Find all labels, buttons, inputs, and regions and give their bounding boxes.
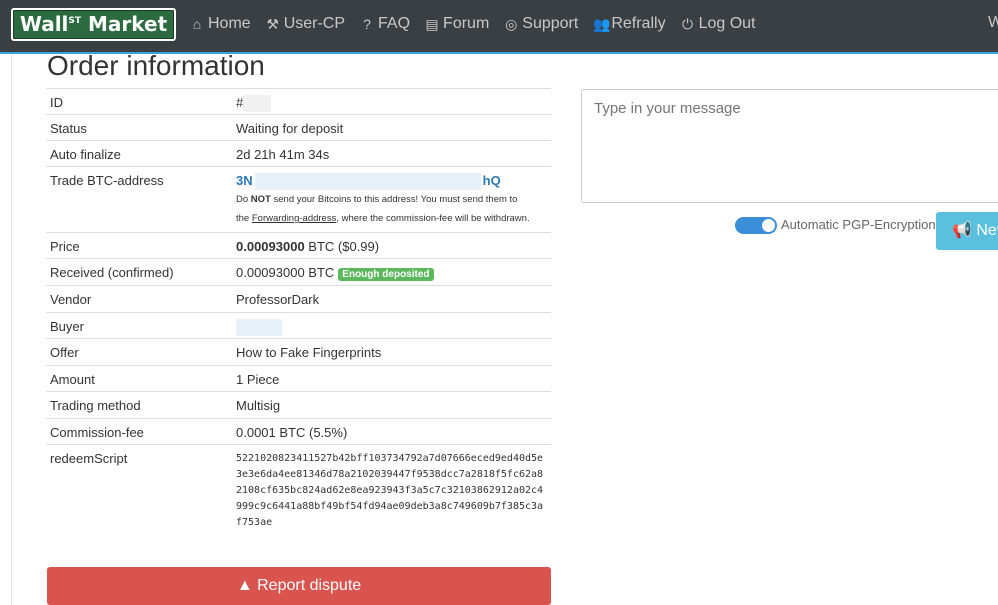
row-label: Commission-fee (46, 418, 232, 445)
question-icon: ? (363, 16, 371, 32)
row-label: Amount (46, 365, 232, 392)
received-value: 0.00093000 BTC Enough deposited (232, 258, 551, 286)
pgp-toggle[interactable] (735, 217, 777, 234)
buyer-value (232, 312, 551, 339)
status-badge: Enough deposited (338, 268, 434, 281)
order-info-table: ID # Status Waiting for deposit Auto fin… (46, 88, 551, 535)
row-label: Received (confirmed) (46, 258, 232, 286)
table-row: Received (confirmed) 0.00093000 BTC Enoug… (46, 258, 551, 286)
wrench-icon: ⚒ (266, 15, 279, 32)
home-icon: ⌂ (192, 16, 202, 32)
vendor-link[interactable]: ProfessorDark (232, 285, 551, 313)
row-label: Trade BTC-address (46, 166, 232, 233)
table-row: Offer How to Fake Fingerprints (46, 338, 551, 366)
btc-address-cell: 3N hQ Do NOT send your Bitcoins to this a… (232, 166, 551, 233)
row-label: redeemScript (46, 444, 232, 535)
row-label: Buyer (46, 312, 232, 339)
table-row: redeemScript 5221020823411527b42bff10373… (46, 444, 551, 535)
forwarding-address-link[interactable]: Forwarding-address (252, 213, 336, 224)
redacted-block (243, 95, 272, 113)
nav-user-cp[interactable]: ⚒ User-CP (266, 15, 345, 33)
message-input[interactable] (581, 89, 998, 203)
support-icon: ◎ (505, 15, 518, 32)
autofinalize-value: 2d 21h 41m 34s (232, 140, 551, 167)
table-row: Buyer (46, 312, 551, 339)
row-label: Status (46, 114, 232, 141)
table-row: Vendor ProfessorDark (46, 285, 551, 313)
status-value: Waiting for deposit (232, 114, 551, 141)
row-label: Auto finalize (46, 140, 232, 167)
nav-faq[interactable]: ? FAQ (360, 15, 410, 33)
table-row: Commission-fee 0.0001 BTC (5.5%) (46, 418, 551, 445)
logout-icon: ⏻ (682, 15, 694, 32)
report-dispute-button[interactable]: ▲ Report dispute (47, 567, 551, 605)
table-row: Trade BTC-address 3N hQ Do NOT send your … (46, 166, 551, 233)
redacted-block (254, 173, 481, 191)
new-message-button[interactable]: 📢 New (936, 212, 998, 250)
redeem-script-value: 5221020823411527b42bff103734792a7d07666e… (232, 444, 551, 535)
table-row: Trading method Multisig (46, 391, 551, 419)
redacted-block (236, 319, 282, 337)
nav-refrally[interactable]: 👥 Refrally (593, 15, 665, 33)
table-row: Status Waiting for deposit (46, 114, 551, 141)
trading-method-value: Multisig (232, 391, 551, 419)
offer-link[interactable]: How to Fake Fingerprints (232, 338, 551, 366)
row-label: Vendor (46, 285, 232, 313)
row-label: Trading method (46, 391, 232, 419)
amount-value: 1 Piece (232, 365, 551, 392)
table-row: ID # (46, 88, 551, 115)
btc-address[interactable]: 3N hQ (236, 173, 547, 191)
row-label: Offer (46, 338, 232, 366)
price-value: 0.00093000 BTC ($0.99) (232, 232, 551, 259)
table-row: Price 0.00093000 BTC ($0.99) (46, 232, 551, 259)
table-row: Auto finalize 2d 21h 41m 34s (46, 140, 551, 167)
row-label: Price (46, 232, 232, 259)
nav-forum[interactable]: ▤ Forum (425, 15, 489, 33)
commission-value: 0.0001 BTC (5.5%) (232, 418, 551, 445)
order-id-value: # (232, 88, 551, 115)
row-label: ID (46, 88, 232, 115)
bullhorn-icon: 📢 (952, 222, 972, 239)
warning-icon: ▲ (236, 577, 258, 594)
brand-logo[interactable]: WallST Market (11, 8, 176, 41)
top-navbar: WallST Market ⌂ Home ⚒ User-CP ? FAQ ▤ Forum… (0, 0, 998, 54)
forum-icon: ▤ (425, 15, 439, 32)
toggle-knob (762, 219, 775, 232)
btc-warning-note: Do NOT send your Bitcoins to this addres… (236, 194, 530, 225)
nav-support[interactable]: ◎ Support (504, 15, 578, 33)
nav-logout[interactable]: ⏻ Log Out (681, 15, 755, 33)
pgp-label: Automatic PGP-Encryption (781, 217, 936, 232)
users-icon: 👥 (593, 15, 611, 32)
nav-home[interactable]: ⌂ Home (190, 15, 251, 33)
left-border (11, 54, 12, 605)
table-row: Amount 1 Piece (46, 365, 551, 392)
page-title: Order information (47, 50, 265, 81)
nav-overflow-text[interactable]: W (988, 14, 998, 32)
